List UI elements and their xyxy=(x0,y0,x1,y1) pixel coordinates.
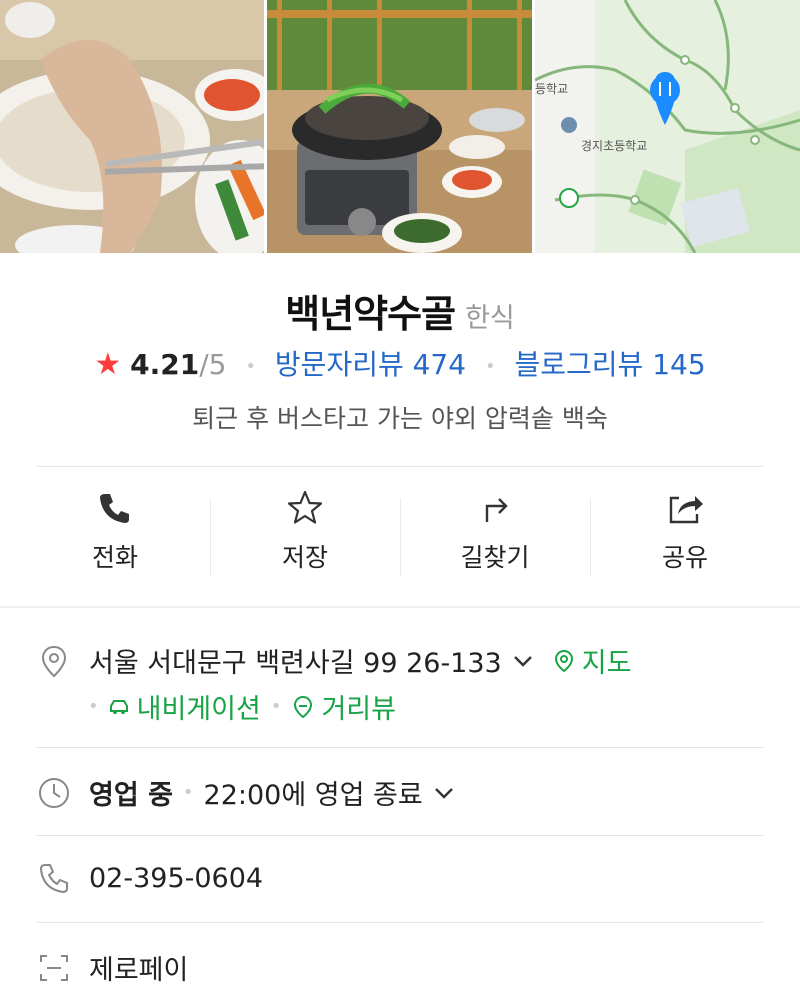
directions-label: 길찾기 xyxy=(460,543,530,572)
blog-reviews-link[interactable]: 블로그리뷰 145 xyxy=(515,348,706,381)
separator-dot: • xyxy=(245,355,257,377)
rating-star-icon: ★ xyxy=(94,347,122,382)
map-label-2: 경지초등학교 xyxy=(581,139,647,153)
place-category: 한식 xyxy=(465,303,515,334)
map-link-label: 지도 xyxy=(581,648,632,679)
call-button[interactable]: 전화 xyxy=(20,488,210,580)
section-divider xyxy=(0,606,800,608)
navigation-link[interactable]: 내비게이션 xyxy=(107,687,261,726)
share-icon xyxy=(669,496,703,524)
save-button[interactable]: 저장 xyxy=(210,488,400,580)
payment-row: 제로페이 xyxy=(37,948,763,987)
streetview-link[interactable]: 거리뷰 xyxy=(291,687,396,726)
action-bar: 전화 저장 길찾기 공유 xyxy=(20,488,780,580)
phone-icon xyxy=(100,494,129,523)
hours-row[interactable]: 영업 중 • 22:00에 영업 종료 xyxy=(37,773,763,812)
scan-frame-icon xyxy=(40,954,68,981)
map-link[interactable]: 지도 xyxy=(552,641,632,680)
share-label: 공유 xyxy=(661,543,708,572)
address-links-row: • 내비게이션 • 거리뷰 xyxy=(88,687,396,726)
address-row: 서울 서대문구 백련사길 99 26-133 지도 xyxy=(37,641,763,680)
navigation-label: 내비게이션 xyxy=(136,694,261,725)
streetview-pin-icon xyxy=(294,695,313,718)
phone-number[interactable]: 02-395-0604 xyxy=(89,863,263,894)
divider xyxy=(37,835,763,836)
bbq-table-photo[interactable] xyxy=(267,0,532,253)
divider xyxy=(37,922,763,923)
share-button[interactable]: 공유 xyxy=(590,488,780,580)
star-outline-icon xyxy=(287,490,323,524)
chevron-down-icon[interactable] xyxy=(512,650,534,672)
business-hours-detail: 22:00에 영업 종료 xyxy=(203,780,423,811)
phone-row[interactable]: 02-395-0604 xyxy=(37,861,763,895)
location-pin-icon xyxy=(41,645,67,677)
separator-dot: • xyxy=(182,782,194,803)
separator-dot: • xyxy=(270,696,282,717)
streetview-label: 거리뷰 xyxy=(321,694,396,725)
directions-icon xyxy=(485,498,508,522)
payment-label: 제로페이 xyxy=(89,955,189,986)
map-pin-icon xyxy=(554,649,573,672)
visitor-reviews-link[interactable]: 방문자리뷰 474 xyxy=(275,348,466,381)
business-status: 영업 중 xyxy=(89,780,173,811)
save-label: 저장 xyxy=(281,543,328,572)
clock-icon xyxy=(39,777,69,808)
map-label-1: 등학교 xyxy=(535,82,568,96)
directions-button[interactable]: 길찾기 xyxy=(400,488,590,580)
divider xyxy=(37,466,763,467)
separator-dot: • xyxy=(484,355,496,377)
rating-max: /5 xyxy=(199,348,227,381)
photo-gallery: 등학교 경지초등학교 xyxy=(0,0,800,253)
rating-value: 4.21 xyxy=(130,348,200,381)
chevron-down-icon[interactable] xyxy=(433,782,455,804)
divider xyxy=(37,747,763,748)
place-title-row: 백년약수골 한식 xyxy=(0,283,800,338)
food-photo[interactable] xyxy=(0,0,264,253)
rating-row: ★ 4.21/5 • 방문자리뷰 474 • 블로그리뷰 145 xyxy=(0,343,800,383)
place-name: 백년약수골 xyxy=(285,292,456,336)
address-text: 서울 서대문구 백련사길 99 26-133 xyxy=(89,648,502,679)
place-description: 퇴근 후 버스타고 가는 야외 압력솥 백숙 xyxy=(192,404,608,433)
car-icon xyxy=(109,699,128,714)
phone-outline-icon xyxy=(40,864,68,893)
call-label: 전화 xyxy=(91,543,138,572)
map-thumbnail[interactable]: 등학교 경지초등학교 xyxy=(535,0,800,253)
separator-dot: • xyxy=(88,696,99,717)
